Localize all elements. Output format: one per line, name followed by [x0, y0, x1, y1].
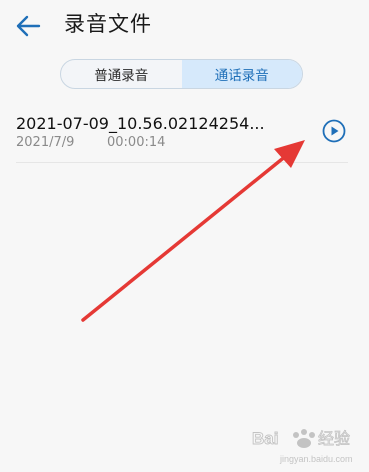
tab-normal-recording[interactable]: 普通录音 [61, 60, 182, 88]
list-divider [16, 162, 348, 163]
recording-type-tabs: 普通录音 通话录音 [60, 59, 303, 89]
arrow-left-icon [16, 15, 41, 37]
svg-text:jingyan.baidu.com: jingyan.baidu.com [279, 454, 353, 464]
play-button[interactable] [322, 119, 346, 143]
recording-duration: 00:00:14 [107, 135, 166, 150]
svg-text:经验: 经验 [318, 429, 350, 448]
recording-name: 2021-07-09_10.56.02124254... [16, 114, 265, 133]
list-item[interactable]: 2021-07-09_10.56.02124254... 2021/7/9 00… [16, 106, 348, 162]
header: 录音文件 [0, 0, 369, 50]
page-title: 录音文件 [64, 12, 152, 36]
tab-call-recording[interactable]: 通话录音 [181, 60, 302, 88]
back-button[interactable] [10, 8, 46, 44]
recording-date: 2021/7/9 [16, 135, 75, 150]
recording-files-screen: 录音文件 普通录音 通话录音 2021-07-09_10.56.02124254… [0, 0, 369, 472]
watermark-logo: Bai 经验 jingyan.baidu.com [250, 420, 365, 468]
play-icon [322, 119, 346, 143]
svg-text:Bai: Bai [252, 429, 278, 448]
